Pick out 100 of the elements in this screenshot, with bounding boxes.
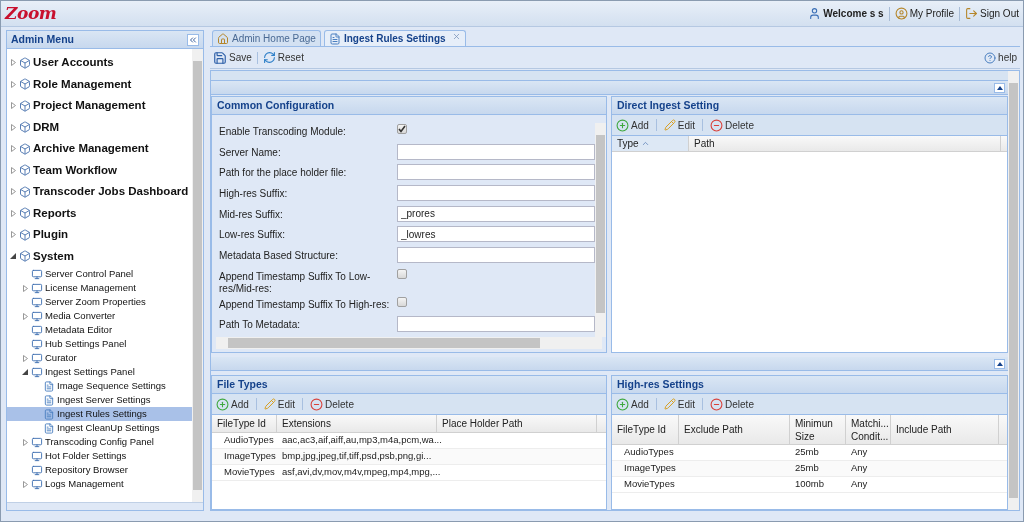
toolbar-button[interactable]: Add bbox=[215, 396, 250, 412]
toolbar-button[interactable]: Delete bbox=[309, 396, 355, 412]
column-header[interactable]: FileType Id bbox=[212, 415, 277, 432]
tree-item[interactable]: Plugin bbox=[7, 224, 192, 246]
toolbar-button[interactable]: Edit bbox=[662, 396, 697, 412]
panel-title: High-res Settings bbox=[617, 376, 704, 392]
tree-item[interactable]: Server Zoom Properties bbox=[7, 295, 192, 309]
collapsed-arrow-icon[interactable] bbox=[22, 284, 28, 292]
column-header[interactable]: Matchi... Condit... bbox=[846, 415, 891, 444]
toolbar-button[interactable]: Delete bbox=[709, 396, 755, 412]
toolbar-button[interactable]: Delete bbox=[709, 117, 755, 133]
collapsed-arrow-icon[interactable] bbox=[10, 231, 16, 239]
tree-item[interactable]: Repository Browser bbox=[7, 463, 192, 477]
column-header[interactable]: Include Path bbox=[891, 415, 999, 444]
tree-item[interactable]: Server Control Panel bbox=[7, 267, 192, 281]
tree-item[interactable]: Project Management bbox=[7, 95, 192, 117]
tree-item[interactable]: License Management bbox=[7, 281, 192, 295]
tree-item[interactable]: Hub Settings Panel bbox=[7, 337, 192, 351]
scrollbar[interactable] bbox=[192, 49, 203, 502]
collapsed-arrow-icon[interactable] bbox=[10, 102, 16, 110]
column-header[interactable]: Type bbox=[612, 136, 689, 151]
toolbar-button[interactable]: Add bbox=[615, 117, 650, 133]
checkbox[interactable] bbox=[397, 296, 407, 307]
tree-item[interactable]: Archive Management bbox=[7, 138, 192, 160]
tree-item[interactable]: Role Management bbox=[7, 73, 192, 95]
collapsed-arrow-icon[interactable] bbox=[10, 80, 16, 88]
tree-item[interactable]: Media Converter bbox=[7, 309, 192, 323]
header-link[interactable]: Sign Out bbox=[965, 6, 1019, 21]
toolbar-button[interactable]: Reset bbox=[262, 50, 304, 65]
collapsed-arrow-icon[interactable] bbox=[10, 59, 16, 67]
text-field[interactable] bbox=[397, 164, 595, 181]
collapse-button[interactable] bbox=[994, 358, 1005, 369]
logo: Zoom bbox=[5, 1, 57, 25]
text-field[interactable] bbox=[397, 185, 595, 202]
monitor-icon bbox=[31, 450, 43, 462]
panel-title: Common Configuration bbox=[217, 97, 335, 113]
collapsed-arrow-icon[interactable] bbox=[10, 209, 16, 217]
tree-item[interactable]: System bbox=[7, 245, 192, 267]
tree-item[interactable]: User Accounts bbox=[7, 52, 192, 74]
tree-item[interactable]: DRM bbox=[7, 116, 192, 138]
tree-item[interactable]: Metadata Editor bbox=[7, 323, 192, 337]
collapse-button[interactable] bbox=[994, 82, 1005, 93]
tab[interactable]: Ingest Rules Settings bbox=[323, 30, 466, 46]
column-header[interactable]: Place Holder Path bbox=[437, 415, 597, 432]
collapsed-arrow-icon[interactable] bbox=[22, 438, 28, 446]
tree-item[interactable]: Reports bbox=[7, 202, 192, 224]
refresh-icon bbox=[262, 51, 276, 64]
toolbar-button[interactable]: Edit bbox=[662, 117, 697, 133]
collapsed-arrow-icon[interactable] bbox=[22, 354, 28, 362]
expanded-arrow-icon[interactable] bbox=[10, 252, 16, 260]
tree-item[interactable]: Ingest Rules Settings bbox=[7, 407, 192, 421]
box-icon bbox=[19, 99, 31, 112]
tree-item[interactable]: Transcoding Config Panel bbox=[7, 435, 192, 449]
monitor-icon bbox=[31, 352, 43, 364]
tree-item[interactable]: Hot Folder Settings bbox=[7, 449, 192, 463]
text-field[interactable] bbox=[397, 143, 595, 160]
table-cell: ImageTypes bbox=[624, 462, 676, 474]
collapsed-arrow-icon[interactable] bbox=[22, 480, 28, 488]
tree-item[interactable]: Ingest Server Settings bbox=[7, 393, 192, 407]
monitor-icon bbox=[31, 310, 43, 322]
tree-item[interactable]: Team Workflow bbox=[7, 159, 192, 181]
table-cell: AudioTypes bbox=[624, 446, 674, 458]
checkbox[interactable] bbox=[397, 124, 407, 134]
tree-item[interactable]: Ingest Settings Panel bbox=[7, 365, 192, 379]
scrollbar[interactable] bbox=[1008, 71, 1019, 510]
help-icon bbox=[984, 51, 997, 64]
help-button[interactable]: help bbox=[984, 50, 1017, 65]
horizontal-scrollbar[interactable] bbox=[216, 337, 602, 349]
checkbox[interactable] bbox=[397, 268, 407, 279]
header-link[interactable]: Welcome s s bbox=[808, 6, 884, 21]
expanded-arrow-icon[interactable] bbox=[22, 368, 28, 376]
header-link[interactable]: My Profile bbox=[894, 6, 955, 21]
tree-item[interactable]: Transcoder Jobs Dashboard bbox=[7, 181, 192, 203]
close-icon[interactable] bbox=[451, 32, 461, 41]
text-field[interactable]: _lowres bbox=[397, 226, 595, 243]
text-field[interactable]: _prores bbox=[397, 205, 595, 222]
box-icon bbox=[19, 56, 31, 69]
column-header[interactable]: Exclude Path bbox=[679, 415, 790, 444]
scrollbar[interactable] bbox=[595, 123, 606, 337]
tree-item[interactable]: Logs Management bbox=[7, 477, 192, 491]
column-header[interactable]: Path bbox=[689, 136, 1001, 151]
text-field[interactable] bbox=[397, 316, 595, 333]
toolbar-button[interactable]: Edit bbox=[262, 396, 297, 412]
tab[interactable]: Admin Home Page bbox=[212, 30, 321, 46]
collapsed-arrow-icon[interactable] bbox=[22, 312, 28, 320]
collapsed-arrow-icon[interactable] bbox=[10, 188, 16, 196]
document-icon bbox=[43, 422, 55, 434]
text-field[interactable] bbox=[397, 247, 595, 264]
collapsed-arrow-icon[interactable] bbox=[10, 145, 16, 153]
toolbar-button[interactable]: Add bbox=[615, 396, 650, 412]
column-header[interactable]: Extensions bbox=[277, 415, 437, 432]
column-header[interactable]: FileType Id bbox=[612, 415, 679, 444]
column-header[interactable]: Minimun Size bbox=[790, 415, 846, 444]
box-icon bbox=[19, 78, 31, 91]
tree-item[interactable]: Curator bbox=[7, 351, 192, 365]
tree-item[interactable]: Image Sequence Settings bbox=[7, 379, 192, 393]
collapsed-arrow-icon[interactable] bbox=[10, 123, 16, 131]
toolbar-button[interactable]: Save bbox=[213, 50, 252, 65]
tree-item[interactable]: Ingest CleanUp Settings bbox=[7, 421, 192, 435]
collapsed-arrow-icon[interactable] bbox=[10, 166, 16, 174]
